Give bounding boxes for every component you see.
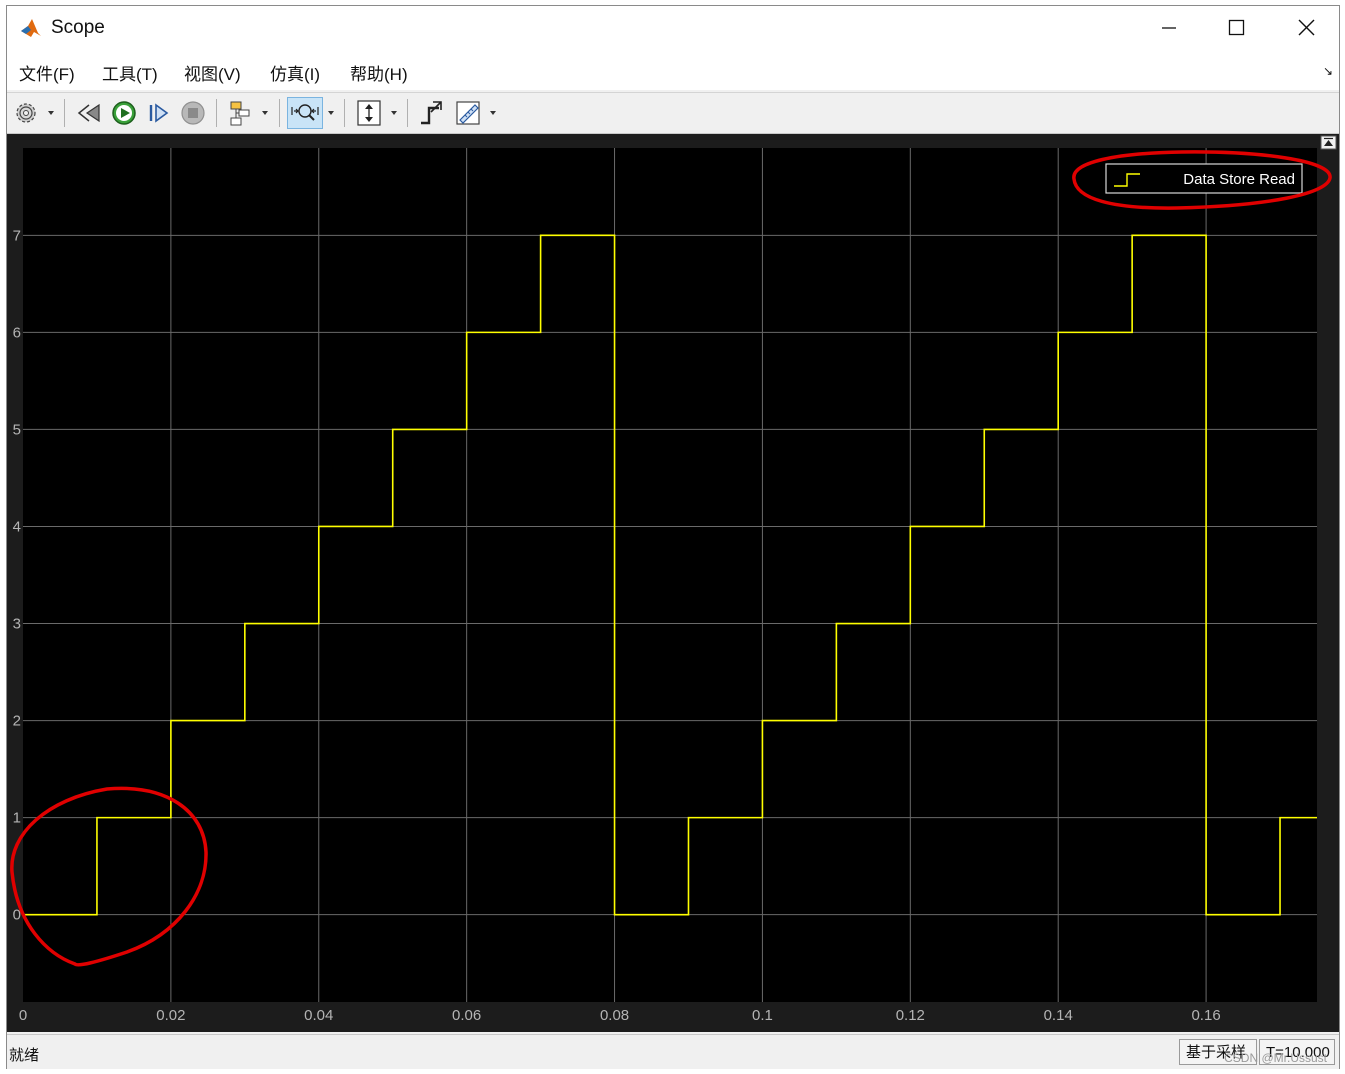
- title-bar[interactable]: Scope: [7, 6, 1339, 50]
- zoom-dropdown-arrow-icon[interactable]: [328, 111, 334, 115]
- maximize-icon: [1228, 19, 1245, 36]
- highlight-block-icon[interactable]: [225, 98, 255, 128]
- minimize-icon: [1162, 27, 1176, 29]
- x-tick-label: 0: [19, 1007, 27, 1024]
- x-tick-labels: 0 0.02 0.04 0.06 0.08 0.1 0.12 0.14 0.16: [19, 1007, 1221, 1024]
- x-tick-label: 0.08: [600, 1007, 629, 1024]
- y-tick-label: 5: [13, 421, 21, 438]
- x-tick-label: 0.1: [752, 1007, 773, 1024]
- minimize-button[interactable]: [1145, 6, 1191, 50]
- menu-help[interactable]: 帮助(H): [350, 60, 408, 85]
- toolbar-separator: [344, 99, 345, 127]
- legend[interactable]: Data Store Read: [1105, 163, 1303, 194]
- y-tick-label: 2: [13, 713, 21, 730]
- x-tick-label: 0.04: [304, 1007, 333, 1024]
- scope-display[interactable]: 0 0.02 0.04 0.06 0.08 0.1 0.12 0.14 0.16 0 1 2 3 4 5 6…: [7, 134, 1339, 1032]
- menu-view[interactable]: 视图(V): [184, 60, 241, 85]
- toolbar-separator: [64, 99, 65, 127]
- menu-tools[interactable]: 工具(T): [102, 60, 158, 85]
- y-tick-label: 3: [13, 616, 21, 633]
- x-tick-label: 0.16: [1191, 1007, 1220, 1024]
- y-tick-label: 6: [13, 324, 21, 341]
- stop-icon[interactable]: [178, 98, 208, 128]
- toolbar: [7, 92, 1339, 134]
- settings-gear-icon[interactable]: [11, 98, 41, 128]
- x-tick-label: 0.12: [896, 1007, 925, 1024]
- toolbar-separator: [407, 99, 408, 127]
- maximize-button[interactable]: [1213, 6, 1259, 50]
- menu-bar: 文件(F) 工具(T) 视图(V) 仿真(I) 帮助(H) ↘: [7, 50, 1339, 90]
- scale-axes-icon[interactable]: [354, 98, 384, 128]
- status-bar: 就绪 基于采样 T=10.000 CSDN @Mr.Ussust: [7, 1034, 1339, 1069]
- scope-window: Scope 文件(F) 工具(T) 视图(V) 仿真(I) 帮助(H) ↘ 0 …: [6, 5, 1340, 1069]
- step-forward-icon[interactable]: [143, 98, 173, 128]
- x-tick-label: 0.02: [156, 1007, 185, 1024]
- close-icon: [1298, 19, 1315, 36]
- zoom-icon: [291, 104, 319, 121]
- menu-simulation[interactable]: 仿真(I): [270, 60, 320, 85]
- toolbar-separator: [216, 99, 217, 127]
- x-tick-label: 0.14: [1044, 1007, 1073, 1024]
- y-tick-label: 1: [13, 810, 21, 827]
- watermark-text: CSDN @Mr.Ussust: [1224, 1051, 1327, 1065]
- y-tick-label: 4: [13, 518, 21, 535]
- legend-label: Data Store Read: [1183, 171, 1295, 188]
- run-icon[interactable]: [109, 98, 139, 128]
- status-ready-text: 就绪: [9, 1047, 40, 1064]
- measurements-dropdown-arrow-icon[interactable]: [490, 111, 496, 115]
- measurements-icon[interactable]: [453, 98, 483, 128]
- scale-dropdown-arrow-icon[interactable]: [391, 111, 397, 115]
- settings-dropdown-arrow-icon[interactable]: [48, 111, 54, 115]
- menu-file[interactable]: 文件(F): [19, 60, 75, 85]
- x-tick-label: 0.06: [452, 1007, 481, 1024]
- axes-area[interactable]: [23, 148, 1317, 1002]
- step-back-icon[interactable]: [75, 98, 105, 128]
- restore-button[interactable]: [1320, 135, 1337, 150]
- zoom-button[interactable]: [287, 97, 323, 129]
- window-title: Scope: [51, 17, 105, 38]
- close-button[interactable]: [1283, 6, 1329, 50]
- scope-plot[interactable]: 0 0.02 0.04 0.06 0.08 0.1 0.12 0.14 0.16 0 1 2 3 4 5 6…: [7, 134, 1339, 1032]
- y-tick-label: 7: [13, 227, 21, 244]
- toolbar-separator: [279, 99, 280, 127]
- matlab-icon: [19, 16, 43, 40]
- highlight-dropdown-arrow-icon[interactable]: [262, 111, 268, 115]
- dock-arrow-icon[interactable]: ↘: [1323, 64, 1333, 78]
- y-tick-labels: 01234567: [13, 227, 21, 923]
- triggers-icon[interactable]: [417, 98, 447, 128]
